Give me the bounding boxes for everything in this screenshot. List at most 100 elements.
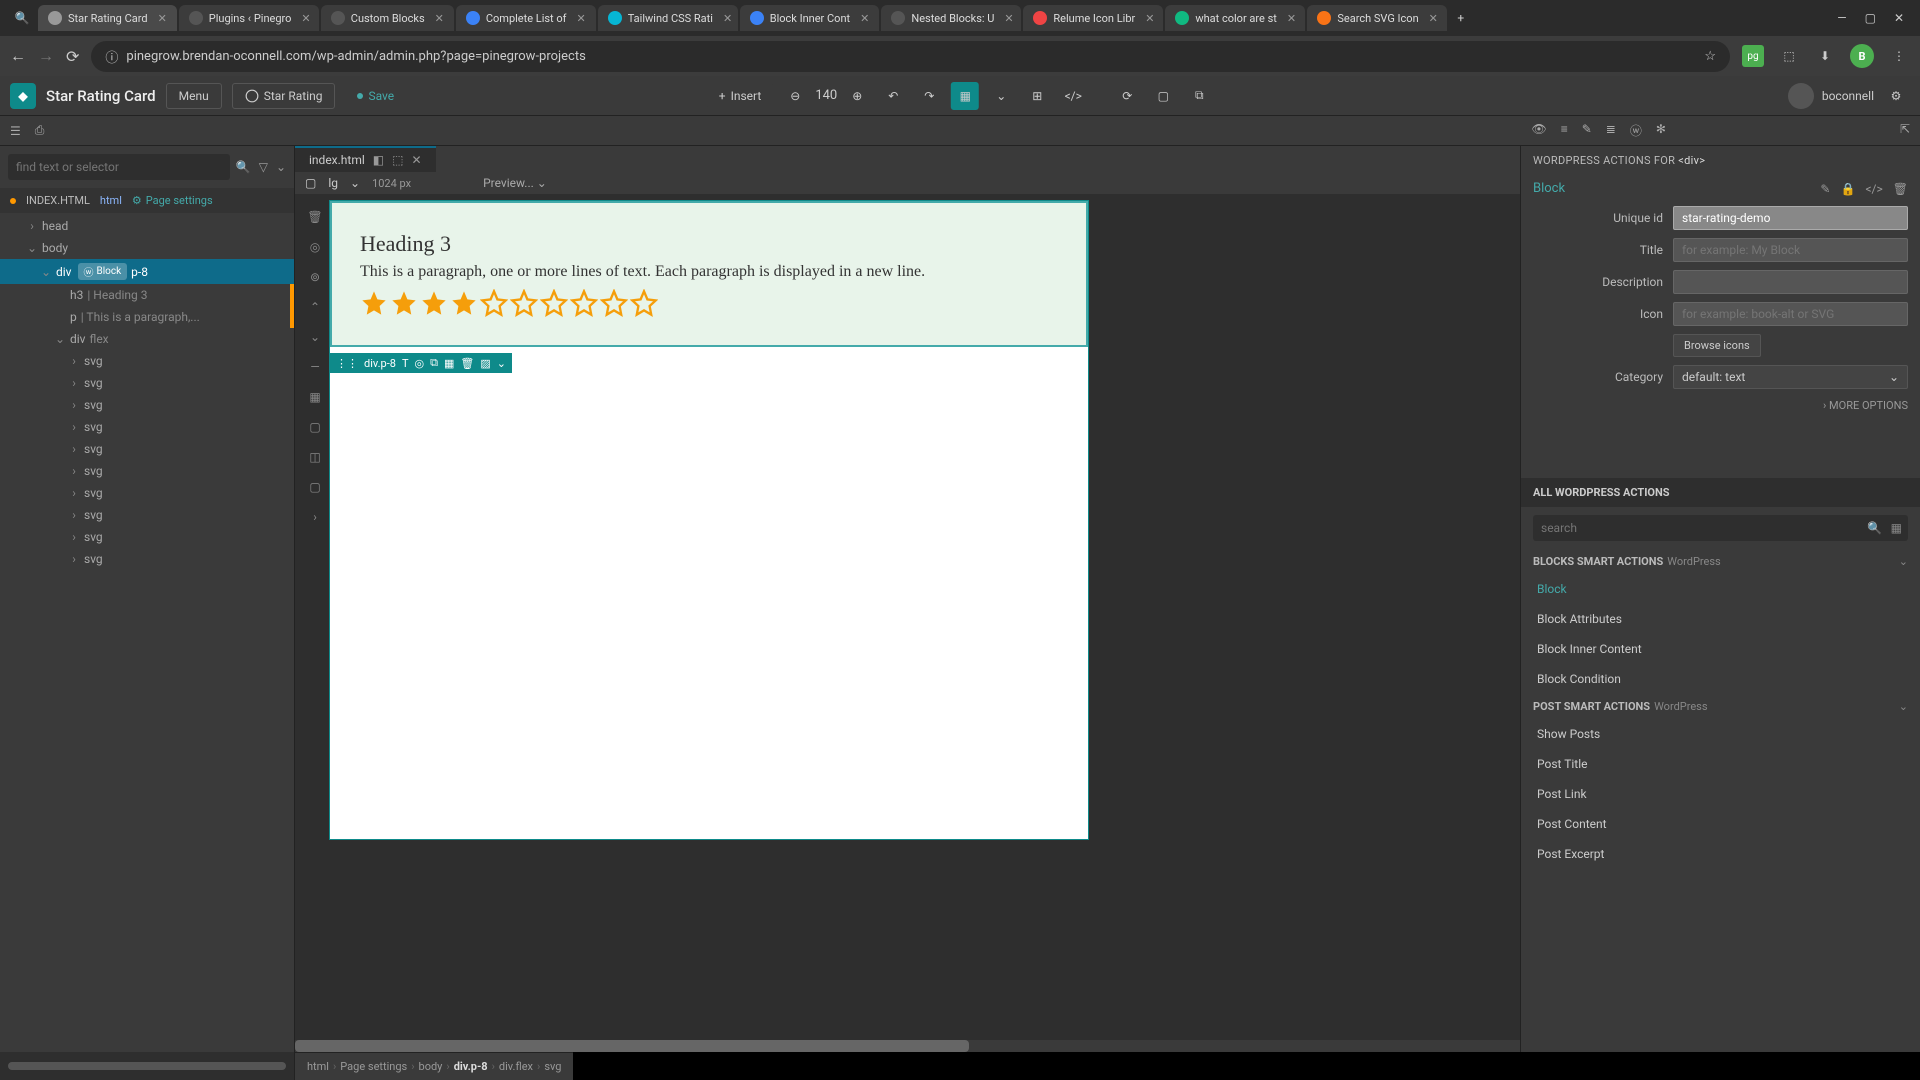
browser-tab[interactable]: Plugins ‹ Pinegro✕ <box>179 5 319 31</box>
browser-tab[interactable]: Search SVG Icon✕ <box>1307 5 1447 31</box>
box-icon[interactable]: ▢ <box>304 416 326 438</box>
tree-arrow-icon[interactable]: › <box>68 486 80 500</box>
reload-button[interactable]: ⟳ <box>66 47 79 66</box>
refresh-icon[interactable]: ⟳ <box>1113 82 1141 110</box>
action-section-header[interactable]: BLOCKS SMART ACTIONSWordPress⌄ <box>1521 549 1920 574</box>
star-empty-icon[interactable] <box>510 289 538 317</box>
breadcrumb-item[interactable]: html <box>307 1060 329 1073</box>
tree-arrow-icon[interactable]: ⌄ <box>54 332 66 346</box>
tab-close-icon[interactable]: ✕ <box>1287 12 1296 25</box>
tree-node[interactable]: h3 | Heading 3 <box>0 284 294 306</box>
menu-button[interactable]: Menu <box>166 83 222 109</box>
drag-icon[interactable]: ⋮⋮ <box>336 357 358 370</box>
target-icon[interactable]: ⊚ <box>304 266 326 288</box>
tree-arrow-icon[interactable]: › <box>68 508 80 522</box>
tree-arrow-icon[interactable]: › <box>68 464 80 478</box>
browser-tab[interactable]: Tailwind CSS Rati✕ <box>598 5 738 31</box>
expand-icon[interactable]: ⇱ <box>1900 122 1910 139</box>
browser-tab[interactable]: Star Rating Card✕ <box>38 5 177 31</box>
bookmark-icon[interactable]: ☆ <box>1704 49 1716 64</box>
chevron-down-icon[interactable]: ⌄ <box>350 176 360 190</box>
tree-arrow-icon[interactable]: ⌄ <box>26 241 38 255</box>
more-options-toggle[interactable]: › MORE OPTIONS <box>1521 393 1920 418</box>
page-settings-link[interactable]: ⚙ Page settings <box>132 194 213 207</box>
tree-node[interactable]: ›svg <box>0 372 294 394</box>
insert-button[interactable]: + Insert <box>707 84 774 108</box>
copy-icon[interactable]: ⧉ <box>430 356 438 370</box>
tree-arrow-icon[interactable]: › <box>68 398 80 412</box>
breadcrumb-item[interactable]: Page settings <box>340 1060 407 1073</box>
action-item[interactable]: Block <box>1521 574 1920 604</box>
star-rating-button[interactable]: Star Rating <box>232 83 336 109</box>
tree-node[interactable]: ›svg <box>0 438 294 460</box>
star-empty-icon[interactable] <box>540 289 568 317</box>
scrollbar-thumb[interactable] <box>295 1040 969 1052</box>
unique-id-input[interactable] <box>1673 206 1908 230</box>
tree-arrow-icon[interactable]: › <box>68 442 80 456</box>
box2-icon[interactable]: ▢ <box>304 476 326 498</box>
search-icon[interactable]: 🔍 <box>236 160 251 174</box>
description-input[interactable] <box>1673 270 1908 294</box>
back-button[interactable]: ← <box>10 46 26 66</box>
action-item[interactable]: Show Posts <box>1521 719 1920 749</box>
tab-close-icon[interactable]: ✕ <box>411 153 421 167</box>
save-button[interactable]: Save <box>345 84 406 108</box>
breadcrumb-item[interactable]: div.flex <box>499 1060 533 1073</box>
text-icon[interactable]: T <box>402 357 409 370</box>
tab-close-icon[interactable]: ✕ <box>1004 12 1013 25</box>
tree-node[interactable]: ›svg <box>0 416 294 438</box>
code-icon[interactable]: </> <box>1059 82 1087 110</box>
trash-icon[interactable]: 🗑 <box>460 357 474 370</box>
username[interactable]: boconnell <box>1822 89 1874 103</box>
profile-avatar[interactable]: B <box>1850 44 1874 68</box>
tree-node[interactable]: ›svg <box>0 526 294 548</box>
action-item[interactable]: Post Excerpt <box>1521 839 1920 869</box>
file-tab-index[interactable]: index.html ◧ ⬚ ✕ <box>295 146 436 172</box>
tree-icon[interactable]: ☰ <box>10 124 21 138</box>
tree-node[interactable]: ⌄body <box>0 237 294 259</box>
tree-arrow-icon[interactable]: › <box>68 376 80 390</box>
layout-button[interactable]: ▦ <box>951 82 979 110</box>
grid-icon[interactable]: ▦ <box>444 357 454 370</box>
title-input[interactable] <box>1673 238 1908 262</box>
extensions-icon[interactable]: ⬚ <box>1778 45 1800 67</box>
action-item[interactable]: Block Attributes <box>1521 604 1920 634</box>
tree-node[interactable]: ›svg <box>0 394 294 416</box>
browser-tab[interactable]: Nested Blocks: U✕ <box>881 5 1021 31</box>
breadcrumb-item[interactable]: body <box>419 1060 443 1073</box>
settings-icon[interactable]: ⚙ <box>1882 82 1910 110</box>
bug-icon[interactable]: ✻ <box>1656 122 1666 139</box>
action-section-header[interactable]: POST SMART ACTIONSWordPress⌄ <box>1521 694 1920 719</box>
tree-arrow-icon[interactable]: ⌄ <box>40 265 52 279</box>
copy-icon[interactable]: ⧉ <box>1185 82 1213 110</box>
breakpoint-label[interactable]: lg <box>328 176 338 190</box>
star-empty-icon[interactable] <box>600 289 628 317</box>
redo-button[interactable]: ↷ <box>915 82 943 110</box>
maximize-icon[interactable]: ▢ <box>1865 11 1876 25</box>
browser-tab[interactable]: Block Inner Cont✕ <box>740 5 880 31</box>
close-icon[interactable]: ✕ <box>1894 11 1904 25</box>
site-info-icon[interactable]: ⓘ <box>105 47 118 66</box>
chevron-down-icon[interactable]: ⌄ <box>987 82 1015 110</box>
tab-close-icon[interactable]: ✕ <box>1429 12 1438 25</box>
tab-close-icon[interactable]: ✕ <box>723 12 732 25</box>
tab-close-icon[interactable]: ✕ <box>577 12 586 25</box>
move-down-icon[interactable]: ⌄ <box>304 326 326 348</box>
tree-node[interactable]: ⌄div flex <box>0 328 294 350</box>
print-icon[interactable]: ⎙ <box>35 123 45 138</box>
ruler-icon[interactable]: ⊞ <box>1023 82 1051 110</box>
breadcrumb-item[interactable]: div.p-8 <box>454 1060 488 1073</box>
file-header[interactable]: INDEX.HTML html ⚙ Page settings <box>0 188 294 213</box>
star-filled-icon[interactable] <box>390 289 418 317</box>
search-icon[interactable]: 🔍 <box>1867 521 1882 535</box>
pinegrow-logo-icon[interactable]: ◆ <box>10 83 36 109</box>
device-frame-icon[interactable]: ▢ <box>305 176 316 190</box>
heading-3[interactable]: Heading 3 <box>360 231 1058 257</box>
tab-close-icon[interactable]: ✕ <box>435 12 444 25</box>
minimize-icon[interactable]: — <box>1837 11 1846 25</box>
browser-tab[interactable]: what color are st✕ <box>1165 5 1305 31</box>
forward-button[interactable]: → <box>38 46 54 66</box>
star-filled-icon[interactable] <box>360 289 388 317</box>
browser-tab[interactable]: Custom Blocks✕ <box>321 5 454 31</box>
action-item[interactable]: Block Condition <box>1521 664 1920 694</box>
